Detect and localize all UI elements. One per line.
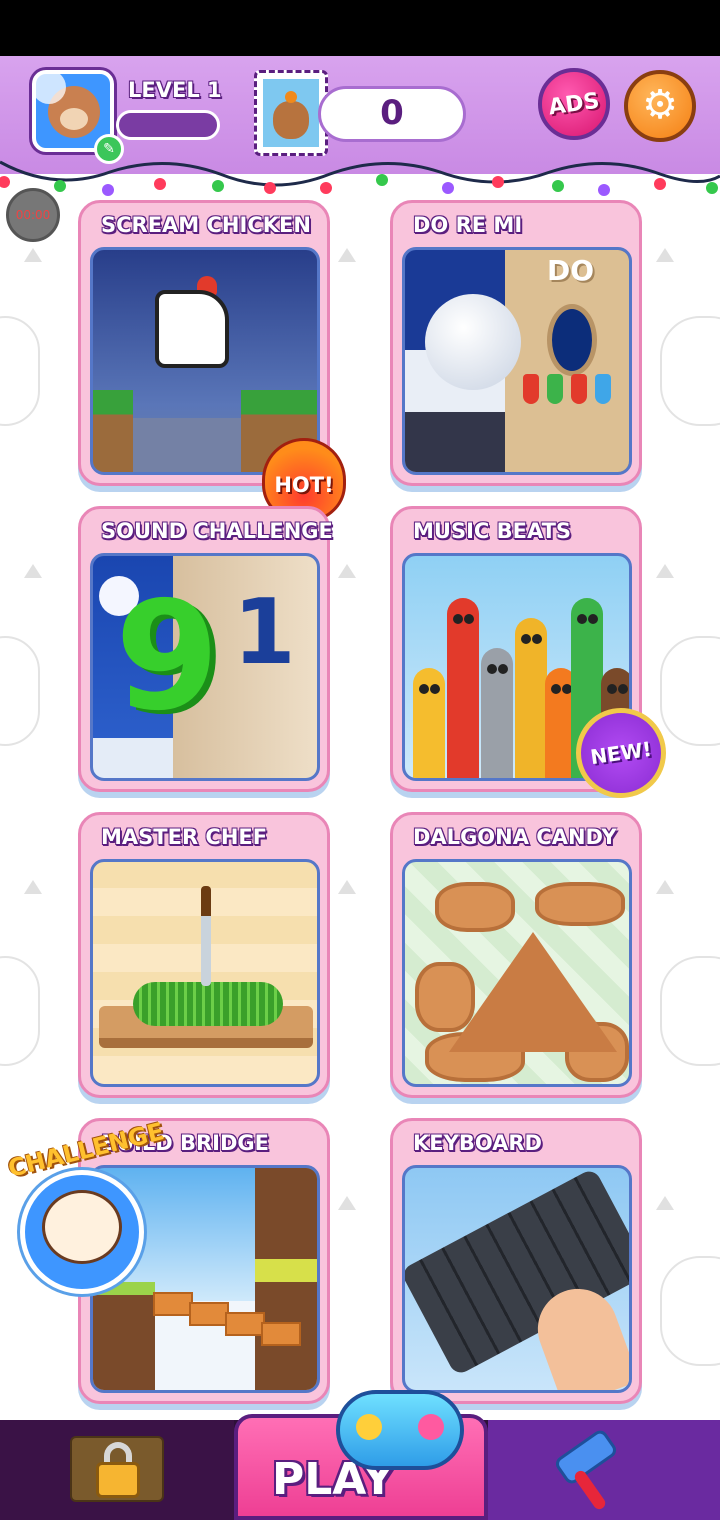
cucumber-icon xyxy=(133,982,283,1026)
touch-indicator xyxy=(32,70,66,104)
background-triangle xyxy=(24,880,42,894)
background-triangle xyxy=(656,1196,674,1210)
thumb-digit: 9 xyxy=(115,570,220,744)
background-triangle xyxy=(338,564,356,578)
background-triangle xyxy=(656,248,674,262)
triangle-candy-icon xyxy=(449,932,617,1052)
game-card-keyboard[interactable]: KEYBOARD xyxy=(390,1118,642,1404)
game-title: KEYBOARD xyxy=(413,1131,542,1155)
game-thumbnail: DO xyxy=(402,247,632,475)
coin-counter: 0 xyxy=(318,86,466,142)
background-doodle xyxy=(660,636,720,746)
game-title: MUSIC BEATS xyxy=(413,519,572,543)
game-card-sound-challenge[interactable]: SOUND CHALLENGE 9 1 xyxy=(78,506,333,792)
new-badge: NEW! xyxy=(576,708,666,798)
remove-ads-button[interactable]: ADS xyxy=(538,68,610,140)
background-triangle xyxy=(656,880,674,894)
thumb-digit: 1 xyxy=(233,580,296,685)
background-triangle xyxy=(338,1196,356,1210)
background-doodle xyxy=(660,1256,720,1366)
game-thumbnail xyxy=(90,247,320,475)
snowball-icon xyxy=(425,294,521,390)
chicken-icon xyxy=(155,290,229,368)
padlock-icon xyxy=(70,1436,164,1502)
game-thumbnail xyxy=(90,859,320,1087)
settings-button[interactable]: ⚙ xyxy=(624,70,696,142)
game-card-do-re-mi[interactable]: DO RE MI DO xyxy=(390,200,642,486)
game-thumbnail xyxy=(402,859,632,1087)
app-screen: ✎ LEVEL 1 0 ADS ⚙ 00:00 SCREAM CHICKEN H… xyxy=(0,56,720,1520)
challenge-button[interactable]: CHALLENGE xyxy=(5,1117,167,1296)
background-doodle xyxy=(660,316,720,426)
background-doodle xyxy=(0,636,40,746)
ads-label: ADS xyxy=(546,88,602,121)
level-label: LEVEL 1 xyxy=(128,78,222,102)
background-triangle xyxy=(338,880,356,894)
record-time: 00:00 xyxy=(15,208,51,222)
coin-count: 0 xyxy=(380,93,404,133)
gear-icon: ⚙ xyxy=(642,82,678,128)
game-title: SOUND CHALLENGE xyxy=(101,519,333,543)
customize-tab[interactable] xyxy=(488,1420,720,1520)
background-triangle xyxy=(24,248,42,262)
panda-icon xyxy=(42,1190,122,1264)
game-thumbnail: 9 1 xyxy=(90,553,320,781)
thumb-text: DO xyxy=(547,254,595,287)
game-card-dalgona-candy[interactable]: DALGONA CANDY xyxy=(390,812,642,1098)
hot-badge-label: HOT! xyxy=(274,473,334,497)
background-doodle xyxy=(0,316,40,426)
background-doodle xyxy=(0,956,40,1066)
background-doodle xyxy=(660,956,720,1066)
background-triangle xyxy=(24,564,42,578)
level-progress-bar xyxy=(116,110,220,140)
game-title: DO RE MI xyxy=(413,213,523,237)
locked-tab[interactable] xyxy=(0,1420,234,1520)
new-badge-label: NEW! xyxy=(588,736,654,770)
background-triangle xyxy=(656,564,674,578)
game-title: MASTER CHEF xyxy=(101,825,268,849)
game-title: SCREAM CHICKEN xyxy=(101,213,311,237)
game-title: DALGONA CANDY xyxy=(413,825,617,849)
gamepad-icon xyxy=(336,1390,464,1470)
game-card-master-chef[interactable]: MASTER CHEF xyxy=(78,812,330,1098)
background-triangle xyxy=(338,248,356,262)
knife-icon xyxy=(201,886,211,986)
status-bar xyxy=(0,0,720,56)
screen-record-indicator[interactable]: 00:00 xyxy=(6,188,60,242)
game-thumbnail xyxy=(402,1165,632,1393)
